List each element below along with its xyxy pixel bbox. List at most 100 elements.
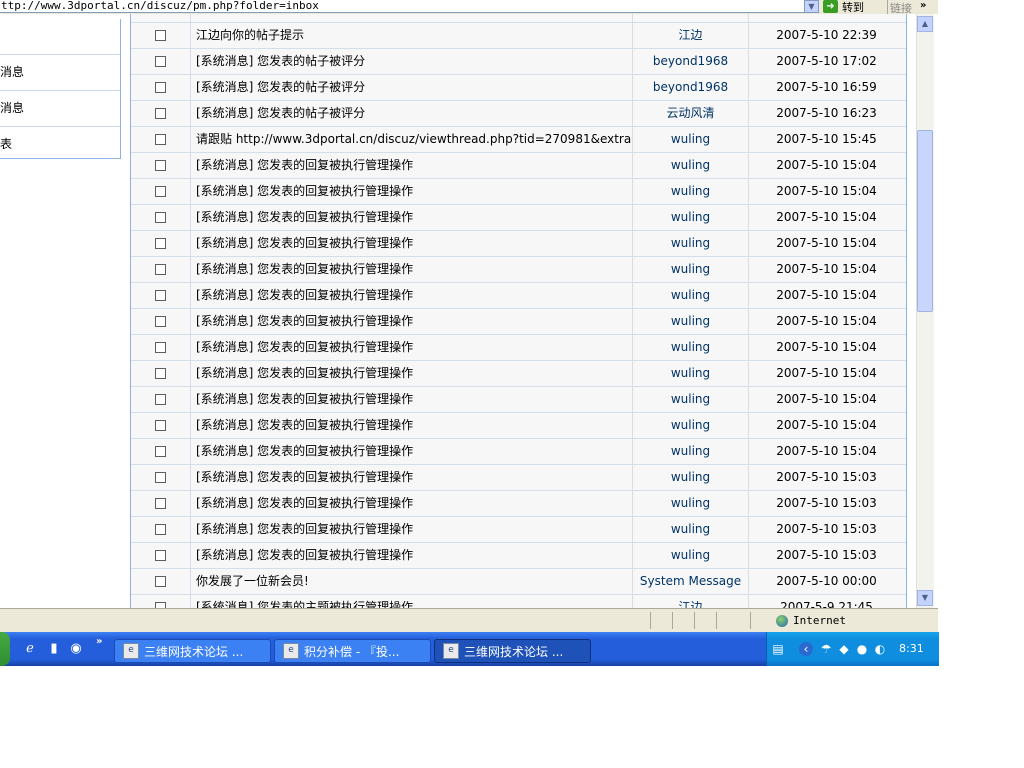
message-subject[interactable]: [系统消息] 您发表的回复被执行管理操作 (191, 413, 633, 438)
message-subject[interactable]: [系统消息] 您发表的回复被执行管理操作 (191, 283, 633, 308)
message-sender[interactable]: wuling (633, 439, 749, 464)
message-subject[interactable]: [系统消息] 您发表的回复被执行管理操作 (191, 257, 633, 282)
message-sender[interactable]: wuling (633, 387, 749, 412)
volume-icon[interactable]: ◐ (873, 642, 887, 656)
message-subject[interactable]: [系统消息] 您发表的回复被执行管理操作 (191, 517, 633, 542)
message-sender[interactable]: wuling (633, 231, 749, 256)
quicklaunch-more-icon[interactable]: » (96, 636, 102, 647)
message-subject[interactable]: [系统消息] 您发表的回复被执行管理操作 (191, 335, 633, 360)
taskbar-button[interactable]: e 积分补偿 - 『投... (274, 639, 431, 663)
message-checkbox[interactable] (155, 238, 166, 249)
message-subject[interactable]: [系统消息] 您发表的主题被执行管理操作 (191, 595, 633, 608)
start-button[interactable] (0, 632, 10, 666)
message-checkbox[interactable] (155, 316, 166, 327)
message-subject[interactable]: [系统消息] 您发表的回复被执行管理操作 (191, 439, 633, 464)
message-subject[interactable]: [系统消息] 您发表的回复被执行管理操作 (191, 309, 633, 334)
message-sender[interactable]: wuling (633, 127, 749, 152)
media-icon[interactable]: ◉ (68, 641, 84, 657)
message-subject[interactable]: [系统消息] 您发表的回复被执行管理操作 (191, 543, 633, 568)
message-checkbox[interactable] (155, 212, 166, 223)
message-subject[interactable]: [系统消息] 您发表的帖子被评分 (191, 101, 633, 126)
message-sender[interactable]: wuling (633, 361, 749, 386)
links-chevron-icon[interactable]: » (920, 0, 926, 11)
message-checkbox[interactable] (155, 82, 166, 93)
message-row: [系统消息] 您发表的回复被执行管理操作 wuling 2007-5-10 15:0… (131, 413, 906, 439)
message-subject[interactable]: [系统消息] 您发表的帖子被评分 (191, 75, 633, 100)
scroll-up-button[interactable]: ▲ (917, 16, 933, 32)
message-subject[interactable]: [系统消息] 您发表的回复被执行管理操作 (191, 387, 633, 412)
message-checkbox[interactable] (155, 446, 166, 457)
message-sender[interactable]: wuling (633, 517, 749, 542)
scroll-down-button[interactable]: ▼ (917, 590, 933, 606)
message-subject[interactable]: [系统消息] 您发表的回复被执行管理操作 (191, 361, 633, 386)
message-subject[interactable]: 请跟贴 http://www.3dportal.cn/discuz/viewth… (191, 127, 633, 152)
ie-icon[interactable]: ℯ (22, 641, 38, 657)
sidebar-item[interactable]: 消息 (0, 91, 120, 127)
message-sender[interactable]: 江边 (633, 595, 749, 608)
message-sender[interactable] (633, 14, 749, 22)
message-checkbox[interactable] (155, 108, 166, 119)
address-input[interactable]: ttp://www.3dportal.cn/discuz/pm.php?fold… (0, 0, 805, 13)
message-checkbox[interactable] (155, 30, 166, 41)
message-checkbox[interactable] (155, 524, 166, 535)
message-sender[interactable]: wuling (633, 465, 749, 490)
message-checkbox[interactable] (155, 420, 166, 431)
message-sender[interactable]: wuling (633, 309, 749, 334)
message-subject[interactable]: 你发展了一位新会员! (191, 569, 633, 594)
message-sender[interactable]: wuling (633, 283, 749, 308)
keyboard-icon[interactable]: ▤ (771, 642, 785, 656)
message-date: 2007-5-10 15:04 (776, 340, 877, 354)
address-dropdown-button[interactable]: ▼ (804, 0, 819, 13)
message-sender[interactable]: beyond1968 (633, 75, 749, 100)
message-date: 2007-5-10 15:04 (776, 444, 877, 458)
message-sender[interactable]: wuling (633, 413, 749, 438)
message-subject[interactable]: [系统消息] 您发表的回复被执行管理操作 (191, 153, 633, 178)
message-subject[interactable]: [系统消息] 您发表的帖子被评分 (191, 49, 633, 74)
scroll-thumb[interactable] (917, 130, 933, 312)
message-row: [系统消息] 您发表的回复被执行管理操作 wuling 2007-5-10 15:0… (131, 361, 906, 387)
message-sender[interactable]: System Message (633, 569, 749, 594)
message-checkbox[interactable] (155, 160, 166, 171)
vertical-scrollbar[interactable]: ▲ ▼ (916, 14, 934, 608)
message-subject[interactable]: [系统消息] 您发表的回复被执行管理操作 (191, 465, 633, 490)
message-checkbox[interactable] (155, 342, 166, 353)
message-checkbox[interactable] (155, 394, 166, 405)
chevron-left-icon[interactable]: ‹ (799, 642, 813, 656)
message-subject[interactable]: [系统消息] 您发表的回复被执行管理操作 (191, 491, 633, 516)
taskbar-button[interactable]: e 三维网技术论坛 ... (114, 639, 271, 663)
message-sender[interactable]: 江边 (633, 23, 749, 48)
message-subject[interactable]: [系统消息] 您发表的回复被执行管理操作 (191, 231, 633, 256)
message-sender[interactable]: wuling (633, 153, 749, 178)
message-subject[interactable]: 江边向你的帖子提示 (191, 23, 633, 48)
message-checkbox[interactable] (155, 56, 166, 67)
message-subject[interactable]: [系统消息] 您发表的回复被执行管理操作 (191, 179, 633, 204)
message-checkbox[interactable] (155, 134, 166, 145)
message-checkbox[interactable] (155, 576, 166, 587)
message-sender[interactable]: wuling (633, 491, 749, 516)
show-desktop-icon[interactable]: ▮ (46, 641, 62, 657)
message-checkbox[interactable] (155, 550, 166, 561)
taskbar-button-active[interactable]: e 三维网技术论坛 ... (434, 639, 591, 663)
message-checkbox[interactable] (155, 368, 166, 379)
message-checkbox[interactable] (155, 290, 166, 301)
sidebar-item[interactable]: 表 (0, 127, 120, 162)
message-checkbox[interactable] (155, 264, 166, 275)
message-sender[interactable]: wuling (633, 543, 749, 568)
message-sender[interactable]: wuling (633, 205, 749, 230)
message-sender[interactable]: 云动风清 (633, 101, 749, 126)
shield-icon[interactable]: ◆ (837, 642, 851, 656)
message-sender[interactable]: wuling (633, 179, 749, 204)
message-sender[interactable]: wuling (633, 335, 749, 360)
network-icon[interactable]: ☂ (819, 642, 833, 656)
message-checkbox[interactable] (155, 472, 166, 483)
message-checkbox[interactable] (155, 498, 166, 509)
qq-icon[interactable]: ● (855, 642, 869, 656)
message-sender[interactable]: wuling (633, 257, 749, 282)
message-sender[interactable]: beyond1968 (633, 49, 749, 74)
sidebar-item[interactable]: 消息 (0, 55, 120, 91)
message-subject[interactable] (191, 14, 633, 22)
sidebar-item[interactable] (0, 19, 120, 55)
go-button[interactable]: ➜ 转到 (823, 0, 864, 14)
message-checkbox[interactable] (155, 186, 166, 197)
message-subject[interactable]: [系统消息] 您发表的回复被执行管理操作 (191, 205, 633, 230)
